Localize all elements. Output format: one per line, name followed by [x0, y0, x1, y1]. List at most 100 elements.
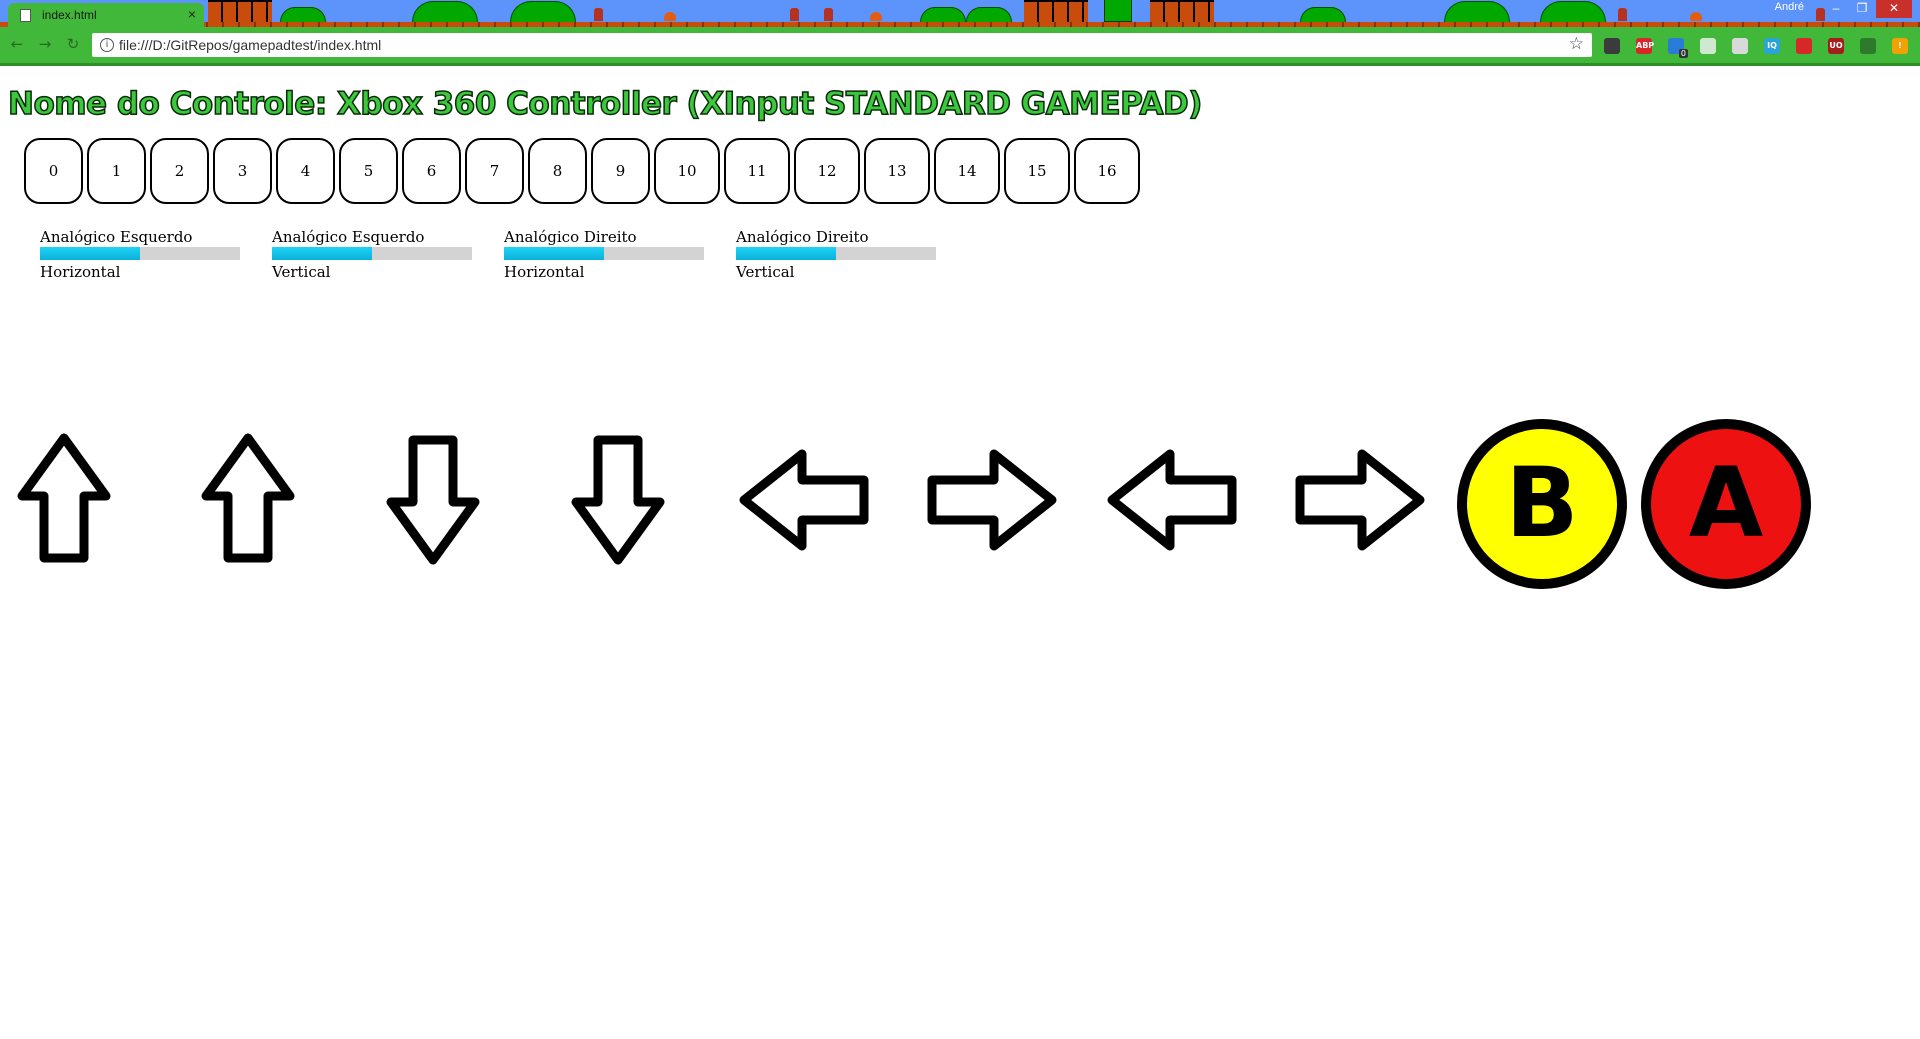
theme-sprite [1618, 8, 1627, 21]
face-button-letter: B [1505, 447, 1578, 559]
theme-hill [1444, 1, 1510, 22]
arrow-left-icon[interactable] [738, 425, 874, 575]
gamepad-button-9[interactable]: 9 [591, 138, 650, 204]
arrow-right-icon[interactable] [922, 425, 1058, 575]
reload-icon[interactable]: ↻ [64, 35, 82, 53]
theme-mushroom [870, 12, 882, 21]
extension-label: UO [1829, 41, 1843, 50]
gamepad-button-16[interactable]: 16 [1074, 138, 1140, 204]
gamepad-button-11[interactable]: 11 [724, 138, 790, 204]
axis-meter: Analógico Esquerdo Horizontal [40, 228, 240, 281]
gamepad-button-15[interactable]: 15 [1004, 138, 1070, 204]
gamepad-button-6[interactable]: 6 [402, 138, 461, 204]
theme-bricks [208, 0, 272, 22]
tab-title: index.html [42, 8, 97, 22]
axis-name: Analógico Direito [504, 228, 637, 246]
ublock-icon[interactable]: UO [1828, 38, 1844, 54]
gamepad-button-0[interactable]: 0 [24, 138, 83, 204]
arrow-left-icon[interactable] [1106, 425, 1242, 575]
profile-name[interactable]: André [1775, 1, 1804, 13]
theme-hill [510, 1, 576, 22]
theme-bricks [1024, 0, 1088, 22]
theme-sprite [594, 8, 603, 21]
forward-icon[interactable]: → [36, 35, 54, 53]
axis-name: Analógico Direito [736, 228, 869, 246]
browser-tab[interactable]: index.html × [8, 3, 204, 27]
theme-hill [1300, 7, 1346, 22]
b-button-icon[interactable]: B [1456, 418, 1628, 590]
gamepad-button-12[interactable]: 12 [794, 138, 860, 204]
gamepad-button-13[interactable]: 13 [864, 138, 930, 204]
extension-label: ! [1898, 41, 1902, 50]
theme-bricks [1150, 0, 1214, 22]
puzzle-extension-icon[interactable] [1604, 38, 1620, 54]
axis-direction: Horizontal [504, 263, 585, 281]
face-button-letter: A [1689, 447, 1763, 559]
axis-direction: Vertical [736, 263, 795, 281]
axis-name: Analógico Esquerdo [272, 228, 425, 246]
extension-badge-icon[interactable]: 0 [1668, 38, 1688, 58]
axis-meter: Analógico Esquerdo Vertical [272, 228, 472, 281]
axis-fill [504, 247, 604, 260]
a-button-icon[interactable]: A [1640, 418, 1812, 590]
extension-label: IQ [1767, 41, 1777, 50]
gamepad-button-3[interactable]: 3 [213, 138, 272, 204]
extension-label: ABP [1636, 41, 1655, 50]
gamepad-button-1[interactable]: 1 [87, 138, 146, 204]
arrow-up-icon[interactable] [198, 425, 334, 575]
gamepad-button-5[interactable]: 5 [339, 138, 398, 204]
theme-hill [412, 1, 478, 22]
bookmark-star-icon[interactable]: ☆ [1569, 34, 1584, 54]
theme-hill [1540, 1, 1606, 22]
page-icon [20, 9, 31, 22]
bookmark-extension-icon[interactable] [1796, 38, 1812, 54]
address-bar[interactable]: i file:///D:/GitRepos/gamepadtest/index.… [92, 33, 1592, 57]
gamepad-button-list: 0 1 2 3 4 5 6 7 8 9 10 11 12 13 14 15 16 [24, 138, 1144, 206]
maximize-icon[interactable]: ❐ [1850, 0, 1874, 18]
axis-direction: Horizontal [40, 263, 121, 281]
browser-titlebar: index.html × André – ❐ ✕ [0, 0, 1920, 27]
axis-track [272, 247, 472, 260]
axis-meter: Analógico Direito Horizontal [504, 228, 704, 281]
gamepad-button-2[interactable]: 2 [150, 138, 209, 204]
axis-fill [272, 247, 372, 260]
info-icon[interactable]: i [100, 38, 114, 52]
close-window-icon[interactable]: ✕ [1876, 0, 1912, 18]
theme-hill [280, 7, 326, 22]
axis-fill [40, 247, 140, 260]
back-icon[interactable]: ← [8, 35, 26, 53]
grid-extension-icon[interactable] [1732, 38, 1748, 54]
axis-track [736, 247, 936, 260]
minimize-icon[interactable]: – [1824, 0, 1848, 18]
arrow-up-icon[interactable] [14, 425, 150, 575]
axis-name: Analógico Esquerdo [40, 228, 193, 246]
gamepad-button-7[interactable]: 7 [465, 138, 524, 204]
theme-mushroom [1690, 12, 1702, 21]
axis-fill [736, 247, 836, 260]
axis-track [504, 247, 704, 260]
browser-toolbar: ← → ↻ i file:///D:/GitRepos/gamepadtest/… [0, 27, 1920, 66]
axis-direction: Vertical [272, 263, 331, 281]
adblock-plus-icon[interactable]: ABP [1636, 38, 1655, 54]
axis-meter: Analógico Direito Vertical [736, 228, 936, 281]
arrow-down-icon[interactable] [383, 425, 519, 575]
arrow-right-icon[interactable] [1290, 425, 1426, 575]
eye-extension-icon[interactable] [1860, 38, 1876, 54]
url-text[interactable]: file:///D:/GitRepos/gamepadtest/index.ht… [119, 37, 381, 53]
theme-sprite [790, 8, 799, 21]
theme-sprite [824, 8, 833, 21]
gamepad-button-4[interactable]: 4 [276, 138, 335, 204]
theme-hill [920, 7, 966, 22]
theme-pipe [1104, 0, 1132, 22]
page-title: Nome do Controle: Xbox 360 Controller (X… [7, 85, 1203, 123]
gamepad-button-8[interactable]: 8 [528, 138, 587, 204]
chat-extension-icon[interactable] [1700, 38, 1716, 54]
gamepad-button-10[interactable]: 10 [654, 138, 720, 204]
gamepad-button-14[interactable]: 14 [934, 138, 1000, 204]
alert-extension-icon[interactable]: ! [1892, 38, 1908, 54]
theme-mushroom [664, 12, 676, 21]
theme-hill [966, 7, 1012, 22]
tab-close-icon[interactable]: × [188, 6, 196, 22]
arrow-down-icon[interactable] [568, 425, 704, 575]
iq-extension-icon[interactable]: IQ [1764, 38, 1780, 54]
